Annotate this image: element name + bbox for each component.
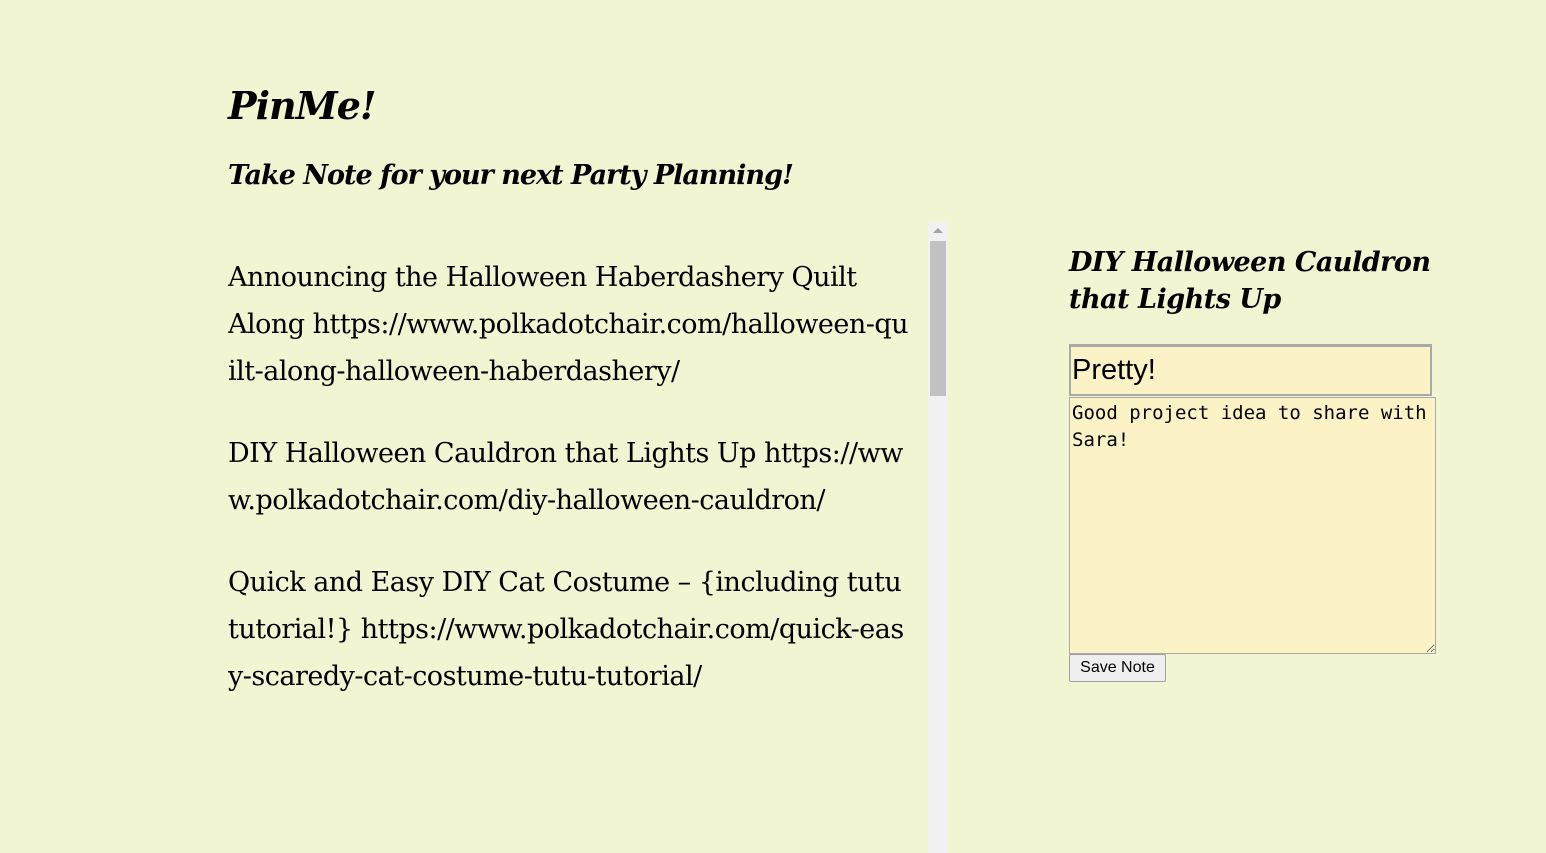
pin-title: DIY Halloween Cauldron that Lights Up bbox=[228, 438, 756, 469]
pin-item[interactable]: Quick and Easy DIY Cat Costume – {includ… bbox=[228, 559, 914, 700]
note-panel: DIY Halloween Cauldron that Lights Up Go… bbox=[1069, 244, 1436, 682]
scrollbar-thumb[interactable] bbox=[930, 241, 946, 396]
app-title: PinMe! bbox=[228, 83, 377, 128]
pin-list[interactable]: Announcing the Halloween Haberdashery Qu… bbox=[228, 222, 948, 853]
app-subtitle: Take Note for your next Party Planning! bbox=[228, 160, 794, 191]
scroll-up-arrow-icon[interactable] bbox=[933, 228, 943, 233]
pin-url: https://www.polkadotchair.com/halloween-… bbox=[228, 309, 909, 387]
pin-item[interactable]: DIY Halloween Cauldron that Lights Up ht… bbox=[228, 430, 914, 524]
save-note-button[interactable]: Save Note bbox=[1069, 654, 1166, 682]
pin-list-content: Announcing the Halloween Haberdashery Qu… bbox=[228, 254, 914, 735]
note-heading: DIY Halloween Cauldron that Lights Up bbox=[1069, 247, 1431, 315]
note-body-textarea[interactable]: Good project idea to share with Sara! bbox=[1069, 397, 1436, 654]
pin-item[interactable]: Announcing the Halloween Haberdashery Qu… bbox=[228, 254, 914, 395]
note-title-input[interactable] bbox=[1069, 344, 1432, 396]
pin-list-scrollbar[interactable] bbox=[928, 222, 948, 853]
